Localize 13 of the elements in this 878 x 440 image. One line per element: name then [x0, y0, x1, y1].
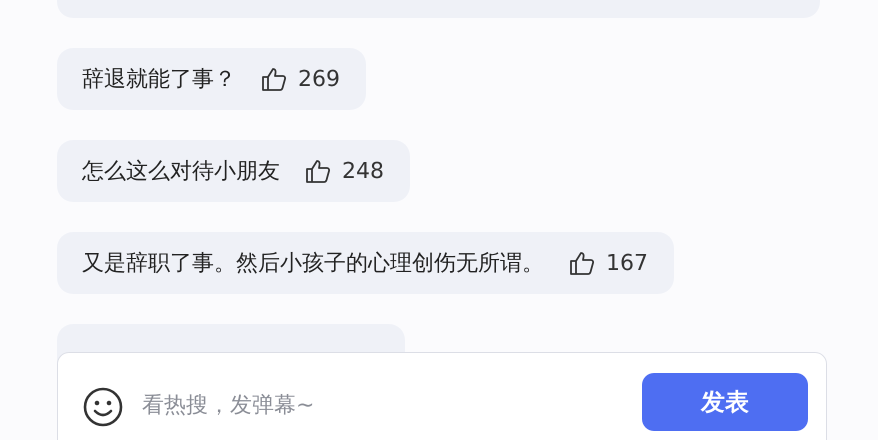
like-count: 269 [298, 66, 340, 94]
thumbs-up-icon[interactable] [304, 157, 332, 185]
emoji-icon[interactable] [82, 386, 124, 428]
thumbs-up-icon[interactable] [568, 249, 596, 277]
like-count: 248 [342, 158, 384, 186]
post-button[interactable]: 发表 [642, 373, 808, 431]
like-count: 167 [606, 250, 648, 278]
comment-input-bar[interactable]: 看热搜，发弹幕~ 发表 [57, 352, 827, 440]
comment-text: 辞退就能了事？ [82, 66, 236, 94]
comment-text: 又是辞职了事。然后小孩子的心理创伤无所谓。 [82, 250, 544, 278]
thumbs-up-icon[interactable] [260, 65, 288, 93]
comment-text: 怎么这么对待小朋友 [82, 158, 280, 186]
comment-input-field[interactable]: 看热搜，发弹幕~ [142, 385, 642, 425]
